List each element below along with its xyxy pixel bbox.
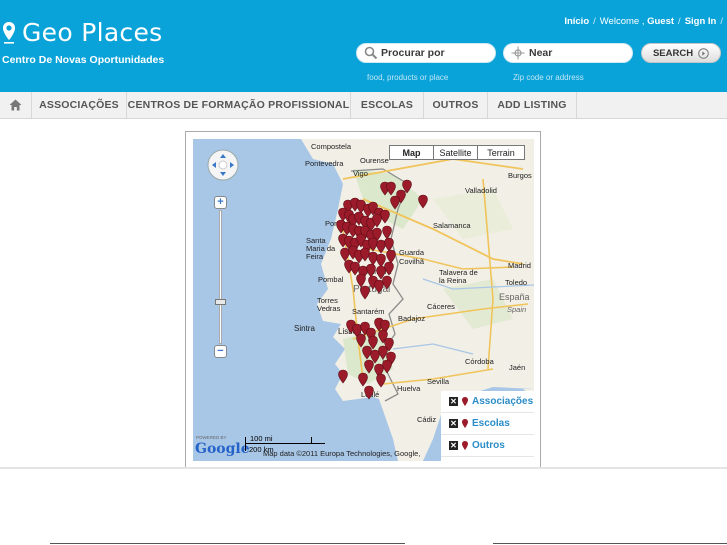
map-marker[interactable] [360, 285, 370, 300]
search-icon [364, 46, 378, 60]
zoom-out-button[interactable]: − [214, 345, 227, 358]
home-nav-button[interactable] [0, 92, 32, 118]
checkbox-icon[interactable]: ✕ [449, 397, 458, 406]
map-marker[interactable] [376, 239, 386, 254]
map-marker[interactable] [382, 359, 392, 374]
sign-in-link[interactable]: Sign In [685, 16, 717, 27]
legend-label: Outros [472, 440, 505, 451]
map-marker[interactable] [356, 273, 366, 288]
marker-icon [462, 440, 468, 450]
header: Geo Places Centro De Novas Oportunidades… [0, 0, 727, 92]
nav-item-centros-de-formacao[interactable]: CENTROS DE FORMAÇÃO PROFISSIONAL [127, 92, 351, 118]
map-type-map-button[interactable]: Map [389, 145, 434, 160]
legend-label: Associações [472, 396, 534, 407]
nav-item-outros[interactable]: OUTROS [424, 92, 488, 118]
map-type-control: Map Satellite Terrain [389, 145, 525, 160]
what-search-hint: food, products or place [367, 73, 449, 82]
guest-name: Guest [647, 16, 675, 27]
search-button[interactable]: SEARCH [641, 43, 721, 63]
home-link[interactable]: Início [564, 16, 589, 27]
map-type-terrain-button[interactable]: Terrain [477, 145, 525, 160]
map-marker[interactable] [368, 251, 378, 266]
zoom-in-button[interactable]: + [214, 196, 227, 209]
map-pan-control[interactable] [207, 149, 239, 181]
checkbox-icon[interactable]: ✕ [449, 441, 458, 450]
map-marker[interactable] [364, 359, 374, 374]
legend-item-associacoes[interactable]: ✕ Associações [441, 391, 534, 413]
site-tagline: Centro De Novas Oportunidades [2, 54, 165, 66]
zoom-slider-handle[interactable] [215, 299, 226, 305]
footer-divider-right [493, 543, 727, 544]
map-marker[interactable] [382, 275, 392, 290]
powered-by-label: POWERED BY [196, 435, 227, 440]
scale-miles-label: 100 mi [250, 434, 273, 443]
welcome-text: Welcome , [599, 16, 645, 27]
map-marker[interactable] [386, 181, 396, 196]
nav-item-escolas[interactable]: ESCOLAS [351, 92, 424, 118]
map-marker[interactable] [374, 279, 384, 294]
map-marker[interactable] [376, 373, 386, 388]
map-attribution: Map data ©2011 Europa Technologies, Goog… [263, 449, 421, 458]
arrow-right-icon [698, 47, 709, 59]
near-search-box[interactable] [503, 43, 633, 63]
nav-item-add-listing[interactable]: ADD LISTING [488, 92, 577, 118]
map-marker[interactable] [366, 263, 376, 278]
checkbox-icon[interactable]: ✕ [449, 419, 458, 428]
content-divider [0, 467, 727, 469]
site-logo[interactable]: Geo Places [2, 18, 163, 47]
legend-item-outros[interactable]: ✕ Outros [441, 435, 534, 457]
legend-item-escolas[interactable]: ✕ Escolas [441, 413, 534, 435]
near-search-input[interactable] [529, 47, 629, 59]
map-marker[interactable] [386, 249, 396, 264]
map-marker[interactable] [350, 261, 360, 276]
map-marker[interactable] [382, 225, 392, 240]
site-title: Geo Places [22, 18, 163, 47]
separator: / [678, 16, 681, 27]
marker-icon [462, 396, 468, 406]
home-icon [9, 99, 22, 111]
map-marker[interactable] [362, 345, 372, 360]
nav-item-associacoes[interactable]: ASSOCIAÇÕES [32, 92, 127, 118]
map-marker[interactable] [358, 372, 368, 387]
map-marker[interactable] [364, 385, 374, 400]
map-marker[interactable] [384, 237, 394, 252]
top-links: Início / Welcome , Guest / Sign In / [564, 16, 727, 27]
what-search-input[interactable] [381, 47, 481, 59]
map-marker[interactable] [378, 345, 388, 360]
map-marker[interactable] [418, 194, 428, 209]
map-marker[interactable] [380, 209, 390, 224]
marker-icon [462, 418, 468, 428]
separator: / [593, 16, 596, 27]
what-search-box[interactable] [356, 43, 496, 63]
map-type-satellite-button[interactable]: Satellite [433, 145, 478, 160]
location-pin-icon [3, 21, 15, 44]
near-search-hint: Zip code or address [513, 73, 584, 82]
map-marker[interactable] [390, 195, 400, 210]
search-button-label: SEARCH [652, 47, 694, 59]
map-marker[interactable] [340, 247, 350, 262]
separator: / [720, 16, 723, 27]
pan-arrows-icon [207, 149, 239, 181]
map-marker[interactable] [338, 369, 348, 384]
map-legend: ✕ Associações ✕ Escolas ✕ Outros [441, 391, 534, 461]
map-marker[interactable] [376, 253, 386, 268]
footer-divider-left [50, 543, 405, 544]
zoom-slider-track[interactable] [219, 210, 222, 344]
map-canvas[interactable]: Compostela Pontevedra Ourense Vigo Burgo… [193, 139, 534, 461]
map-marker[interactable] [356, 333, 366, 348]
legend-label: Escolas [472, 418, 510, 429]
google-logo[interactable]: Google [195, 441, 250, 457]
crosshair-icon [511, 46, 525, 60]
main-nav: ASSOCIAÇÕES CENTROS DE FORMAÇÃO PROFISSI… [0, 92, 727, 119]
map-marker[interactable] [384, 261, 394, 276]
